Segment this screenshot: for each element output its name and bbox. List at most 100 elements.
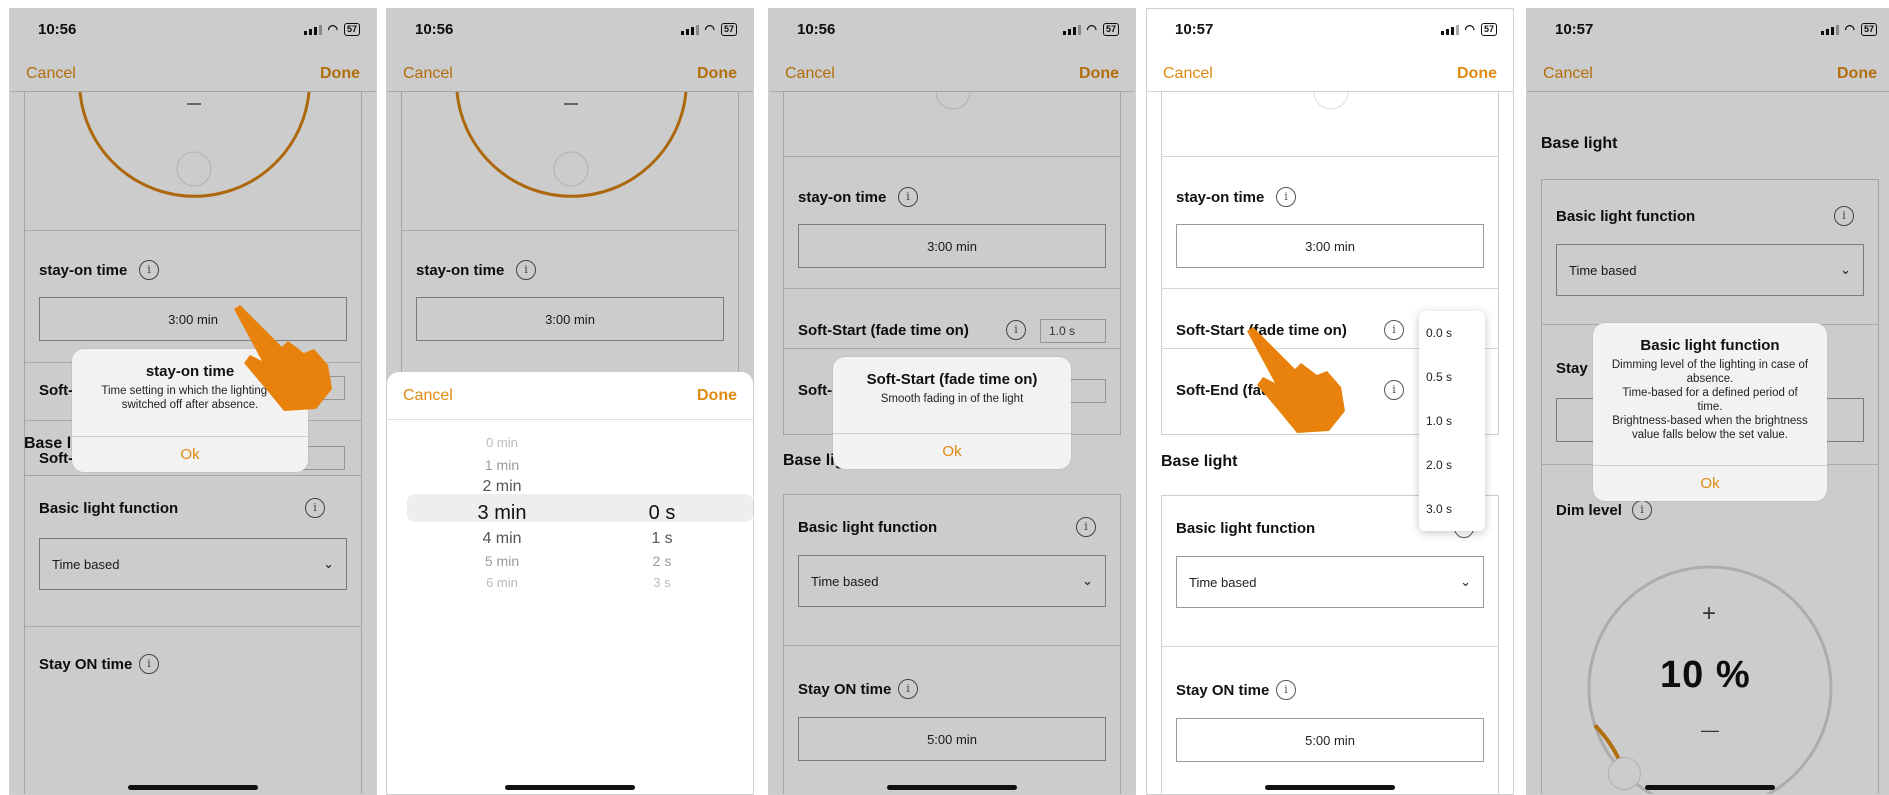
- wifi-icon: ◠: [327, 22, 338, 36]
- signal-icon: [680, 24, 699, 35]
- cancel-button[interactable]: Cancel: [26, 65, 76, 83]
- dropdown-option[interactable]: 0.0 s: [1419, 311, 1485, 355]
- info-icon[interactable]: i: [516, 260, 536, 280]
- stay-on-time2-field[interactable]: 5:00 min: [1176, 718, 1484, 762]
- status-bar: 10:56 ◠ 57: [769, 9, 1135, 49]
- done-button[interactable]: Done: [697, 65, 737, 83]
- clock: 10:57: [1555, 20, 1594, 38]
- cancel-button[interactable]: Cancel: [403, 65, 453, 83]
- increase-icon[interactable]: +: [1702, 600, 1716, 628]
- select-value: Time based: [811, 573, 879, 589]
- info-icon[interactable]: i: [139, 654, 159, 674]
- stay-on-time2-label: Stay: [1556, 360, 1588, 377]
- select-value: Time based: [1189, 574, 1257, 590]
- time-picker[interactable]: 0 min 1 min 2 min 3 min 4 min 5 min 6 mi…: [407, 432, 753, 602]
- sheet-cancel-button[interactable]: Cancel: [403, 387, 453, 405]
- decrease-icon[interactable]: —: [1701, 720, 1719, 741]
- alert-message: Dimming level of the lighting in case of…: [1611, 359, 1809, 441]
- picker-option: 0 min: [486, 435, 518, 450]
- info-icon[interactable]: i: [1632, 500, 1652, 520]
- info-icon[interactable]: i: [898, 679, 918, 699]
- picker-option: 1 s: [651, 530, 673, 547]
- picker-option: 4 min: [482, 530, 522, 547]
- alert-title: Soft-Start (fade time on): [866, 371, 1038, 388]
- picker-selected-option: 0 s: [648, 502, 676, 524]
- signal-icon: [1820, 24, 1839, 35]
- cancel-button[interactable]: Cancel: [785, 65, 835, 83]
- home-indicator: [128, 785, 258, 790]
- dropdown-option[interactable]: 3.0 s: [1419, 487, 1485, 531]
- phone-screen-5: 10:57 ◠ 57 Cancel Done Base light Basic …: [1526, 8, 1889, 795]
- info-alert: Basic light function Dimming level of th…: [1593, 323, 1827, 501]
- stay-on-time2-label: Stay ON time: [1176, 682, 1270, 699]
- dial-arc: [78, 92, 311, 198]
- battery-icon: 57: [1860, 22, 1877, 36]
- sheet-done-button[interactable]: Done: [697, 387, 737, 405]
- stay-on-time-field[interactable]: 3:00 min: [1176, 224, 1484, 268]
- basic-light-function-label: Basic light function: [1556, 208, 1696, 225]
- seconds-wheel[interactable]: 0 s 1 s 2 s 3 s: [607, 498, 717, 594]
- dial-handle[interactable]: [553, 151, 589, 187]
- dropdown-option[interactable]: 0.5 s: [1419, 355, 1485, 399]
- clock: 10:56: [38, 20, 77, 38]
- dim-level-value: 10 %: [1660, 654, 1751, 696]
- presence-card: stay-on time i 3:00 min: [401, 91, 739, 391]
- stay-on-time2-label: Stay ON time: [798, 681, 892, 698]
- info-icon[interactable]: i: [1384, 380, 1404, 400]
- soft-start-value[interactable]: 1.0 s: [1040, 319, 1106, 343]
- stay-on-label: stay-on time: [416, 262, 505, 279]
- basic-light-function-select[interactable]: Time based ⌄: [39, 538, 347, 590]
- info-icon[interactable]: i: [1276, 187, 1296, 207]
- signal-icon: [1062, 24, 1081, 35]
- info-icon[interactable]: i: [1006, 320, 1026, 340]
- info-alert: Soft-Start (fade time on) Smooth fading …: [833, 357, 1071, 469]
- phone-screen-4: 10:57 ◠ 57 Cancel Done stay-on time i 3:…: [1146, 8, 1514, 795]
- done-button[interactable]: Done: [1079, 65, 1119, 83]
- soft-start-dropdown[interactable]: 0.0 s 0.5 s 1.0 s 2.0 s 3.0 s: [1419, 311, 1485, 531]
- minutes-wheel[interactable]: 0 min 1 min 2 min 3 min 4 min 5 min 6 mi…: [447, 432, 557, 594]
- ok-button[interactable]: Ok: [72, 436, 308, 472]
- dropdown-option[interactable]: 2.0 s: [1419, 443, 1485, 487]
- info-icon[interactable]: i: [1834, 206, 1854, 226]
- cancel-button[interactable]: Cancel: [1543, 65, 1593, 83]
- stay-on-time2-label: Stay ON time: [39, 656, 133, 673]
- battery-icon: 57: [720, 22, 737, 36]
- info-icon[interactable]: i: [1384, 320, 1404, 340]
- done-button[interactable]: Done: [1837, 65, 1877, 83]
- picker-option: 3 s: [653, 575, 671, 590]
- basic-light-function-label: Basic light function: [1176, 520, 1316, 537]
- dial-handle-partial: [1313, 92, 1349, 110]
- wifi-icon: ◠: [704, 22, 715, 36]
- clock: 10:56: [415, 20, 454, 38]
- stay-on-time2-field[interactable]: 5:00 min: [798, 717, 1106, 761]
- picker-option: 6 min: [486, 575, 518, 590]
- pointing-hand-icon: [1247, 327, 1345, 433]
- info-icon[interactable]: i: [1276, 680, 1296, 700]
- stay-on-label: stay-on time: [798, 189, 887, 206]
- done-button[interactable]: Done: [1457, 65, 1497, 83]
- info-icon[interactable]: i: [139, 260, 159, 280]
- ok-button[interactable]: Ok: [833, 433, 1071, 469]
- status-bar: 10:57 ◠ 57: [1527, 9, 1889, 49]
- done-button[interactable]: Done: [320, 65, 360, 83]
- dial-arc: [455, 92, 688, 198]
- basic-light-function-label: Basic light function: [39, 500, 179, 517]
- stay-on-time-field[interactable]: 3:00 min: [416, 297, 724, 341]
- info-icon[interactable]: i: [898, 187, 918, 207]
- cancel-button[interactable]: Cancel: [1163, 65, 1213, 83]
- basic-light-function-select[interactable]: Time based ⌄: [1176, 556, 1484, 608]
- basic-light-function-select[interactable]: Time based ⌄: [798, 555, 1106, 607]
- dropdown-option[interactable]: 1.0 s: [1419, 399, 1485, 443]
- picker-option: 5 min: [484, 553, 520, 569]
- dial-handle[interactable]: [176, 151, 212, 187]
- info-icon[interactable]: i: [1076, 517, 1096, 537]
- stay-on-time-field[interactable]: 3:00 min: [798, 224, 1106, 268]
- wifi-icon: ◠: [1464, 22, 1475, 36]
- basic-light-function-label: Basic light function: [798, 519, 938, 536]
- ok-button[interactable]: Ok: [1593, 465, 1827, 501]
- gauge-knob[interactable]: [1607, 757, 1641, 791]
- status-bar: 10:56 ◠ 57: [387, 9, 753, 49]
- pointing-hand-icon: [234, 305, 332, 411]
- basic-light-function-select[interactable]: Time based ⌄: [1556, 244, 1864, 296]
- info-icon[interactable]: i: [305, 498, 325, 518]
